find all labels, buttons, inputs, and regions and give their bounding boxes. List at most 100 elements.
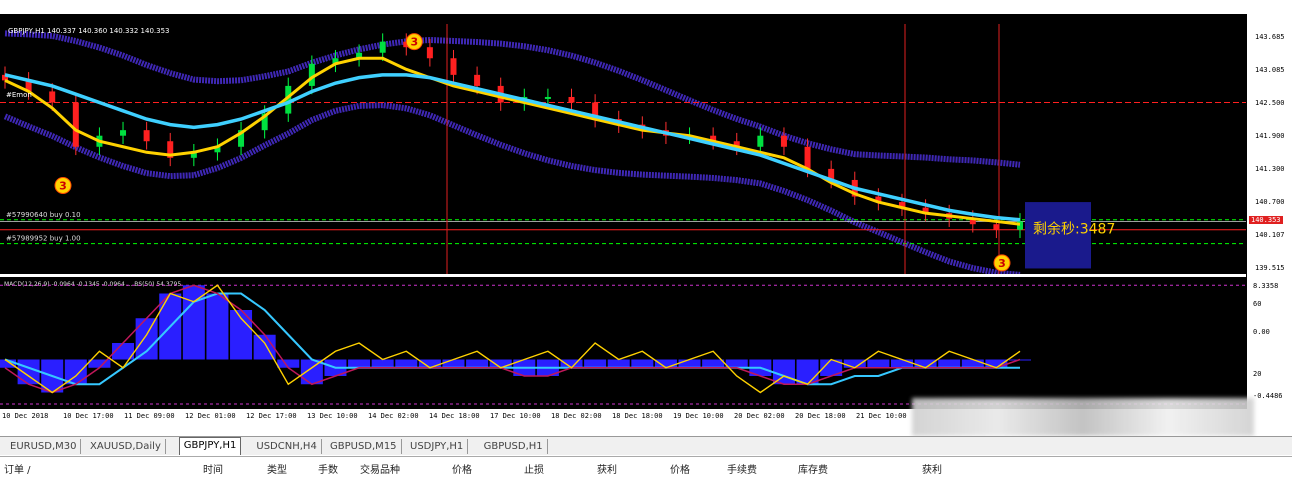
price-chart-svg: #57990640 buy 0.10 #57989952 buy 1.00 3 3 3 G… [0,24,1246,278]
date-tick-label: 12 Dec 17:00 [246,412,297,420]
candle-body [804,146,811,169]
symbol-tabs: EURUSD,M30 XAUUSD,Daily GBPJPY,H1 USDCNH,H4… [0,436,1292,455]
macd-histogram-bar [985,359,1008,368]
price-tick-label: 139.515 [1255,263,1285,272]
watermark-blur [912,398,1254,436]
macd-histogram-bar [466,359,489,368]
symbol-tab[interactable]: EURUSD,M30 [6,439,82,454]
candle-body [568,96,575,103]
macd-histogram-bar [914,359,937,368]
column-header[interactable]: 价格 [670,461,690,476]
date-tick-label: 10 Dec 2018 [2,412,49,420]
symbol-tab[interactable]: GBPJPY,H1 [178,437,242,455]
candle-body [544,96,551,99]
column-header[interactable]: 获利 [922,461,942,476]
order-label: #57990640 buy 0.10 [6,211,81,219]
price-axis: 143.685 143.085 142.500 141.900 141.300 140.7… [1246,14,1292,409]
column-header[interactable]: 订单 / [4,461,31,476]
candle-body [426,47,433,59]
macd-histogram-bar [843,359,866,368]
price-tick-label: 143.085 [1255,66,1285,75]
macd-tick-label: 8.3358 [1253,282,1279,290]
macd-histogram-bar [631,359,654,368]
macd-tick-label: -0.4486 [1253,392,1283,400]
date-tick-label: 18 Dec 02:00 [551,412,602,420]
candle-body [143,130,150,142]
macd-histogram-bar [607,359,630,368]
macd-histogram-bar [418,359,441,368]
date-tick-label: 13 Dec 10:00 [307,412,358,420]
date-tick-label: 17 Dec 10:00 [490,412,541,420]
date-tick-label: 11 Dec 09:00 [124,412,175,420]
macd-histogram-bar [489,359,512,368]
date-tick-label: 20 Dec 18:00 [795,412,846,420]
date-tick-label: 12 Dec 01:00 [185,412,236,420]
macd-histogram-bar [654,359,677,368]
left-label: #Emon [6,91,32,99]
date-tick-label: 19 Dec 10:00 [673,412,724,420]
symbol-tab[interactable]: GBPUSD,H1 [480,439,548,454]
candle-body [993,224,1000,230]
macd-histogram-bar [678,359,701,368]
column-header[interactable]: 交易品种 [360,461,400,476]
macd-histogram-bar [890,359,913,368]
candle-body [474,74,481,86]
column-header[interactable]: 手续费 [727,461,757,476]
macd-title: MACD(12,26,9) -0.0964 -0.1345 -0.0964 ..… [4,281,181,288]
symbol-tab[interactable]: USDCNH,H4 [252,439,322,454]
symbol-tab[interactable]: XAUUSD,Daily [86,439,166,454]
chart-title: GBPJPY,H1 140.337 140.360 140.332 140.35… [8,27,170,35]
candle-body [72,102,79,147]
column-header[interactable]: 手数 [318,461,338,476]
column-header[interactable]: 库存费 [798,461,828,476]
column-header[interactable]: 止损 [524,461,544,476]
candle-body [120,130,127,136]
macd-tick-label: 0.00 [1253,328,1270,336]
countdown-text: 剩余秒:3487 [1033,221,1115,238]
terminal-columns: 订单 / 时间 类型 手数 交易品种 价格 止损 获利 价格 手续费 库存费 获利 [0,456,1292,484]
candle-body [450,58,457,75]
symbol-tab[interactable]: USDJPY,H1 [406,439,469,454]
macd-histogram-bar [961,359,984,368]
current-price-badge: 140.353 [1249,216,1283,225]
macd-tick-label: 60 [1253,300,1262,308]
macd-histogram-bar [938,359,961,368]
macd-histogram-bar [725,359,748,368]
macd-histogram-bar [371,359,394,368]
column-header[interactable]: 获利 [597,461,617,476]
number-marker-label: 3 [410,36,418,49]
mt4-window: #57990640 buy 0.10 #57989952 buy 1.00 3 3 3 G… [0,0,1292,484]
macd-panel[interactable]: MACD(12,26,9) -0.0964 -0.1345 -0.0964 ..… [0,277,1246,409]
macd-histogram-bar [867,359,890,368]
date-tick-label: 21 Dec 10:00 [856,412,907,420]
macd-histogram-bar [560,359,583,368]
date-tick-label: 14 Dec 18:00 [429,412,480,420]
price-tick-label: 142.500 [1255,98,1285,107]
macd-histogram-bar [584,359,607,368]
date-tick-label: 10 Dec 17:00 [63,412,114,420]
date-tick-label: 14 Dec 02:00 [368,412,419,420]
symbol-tab[interactable]: GBPUSD,M15 [326,439,402,454]
column-header[interactable]: 类型 [267,461,287,476]
macd-histogram-bar [206,293,229,360]
column-header[interactable]: 价格 [452,461,472,476]
macd-tick-label: 20 [1253,370,1262,378]
price-tick-label: 141.300 [1255,164,1285,173]
macd-histogram-bar [702,359,725,368]
macd-histogram-bar [395,359,418,368]
price-tick-label: 143.685 [1255,32,1285,41]
column-header[interactable]: 时间 [203,461,223,476]
number-marker-label: 3 [59,179,67,192]
price-tick-label: 140.700 [1255,198,1285,207]
date-tick-label: 18 Dec 18:00 [612,412,663,420]
order-label: #57989952 buy 1.00 [6,235,81,243]
macd-chart-svg: MACD(12,26,9) -0.0964 -0.1345 -0.0964 ..… [0,281,1246,405]
price-tick-label: 141.900 [1255,131,1285,140]
candle-body [379,41,386,53]
number-marker-label: 3 [998,257,1006,270]
candle-body [49,91,56,103]
date-tick-label: 20 Dec 02:00 [734,412,785,420]
price-chart[interactable]: #57990640 buy 0.10 #57989952 buy 1.00 3 3 3 G… [0,14,1246,278]
macd-histogram-bar [442,359,465,368]
candle-body [757,135,764,147]
